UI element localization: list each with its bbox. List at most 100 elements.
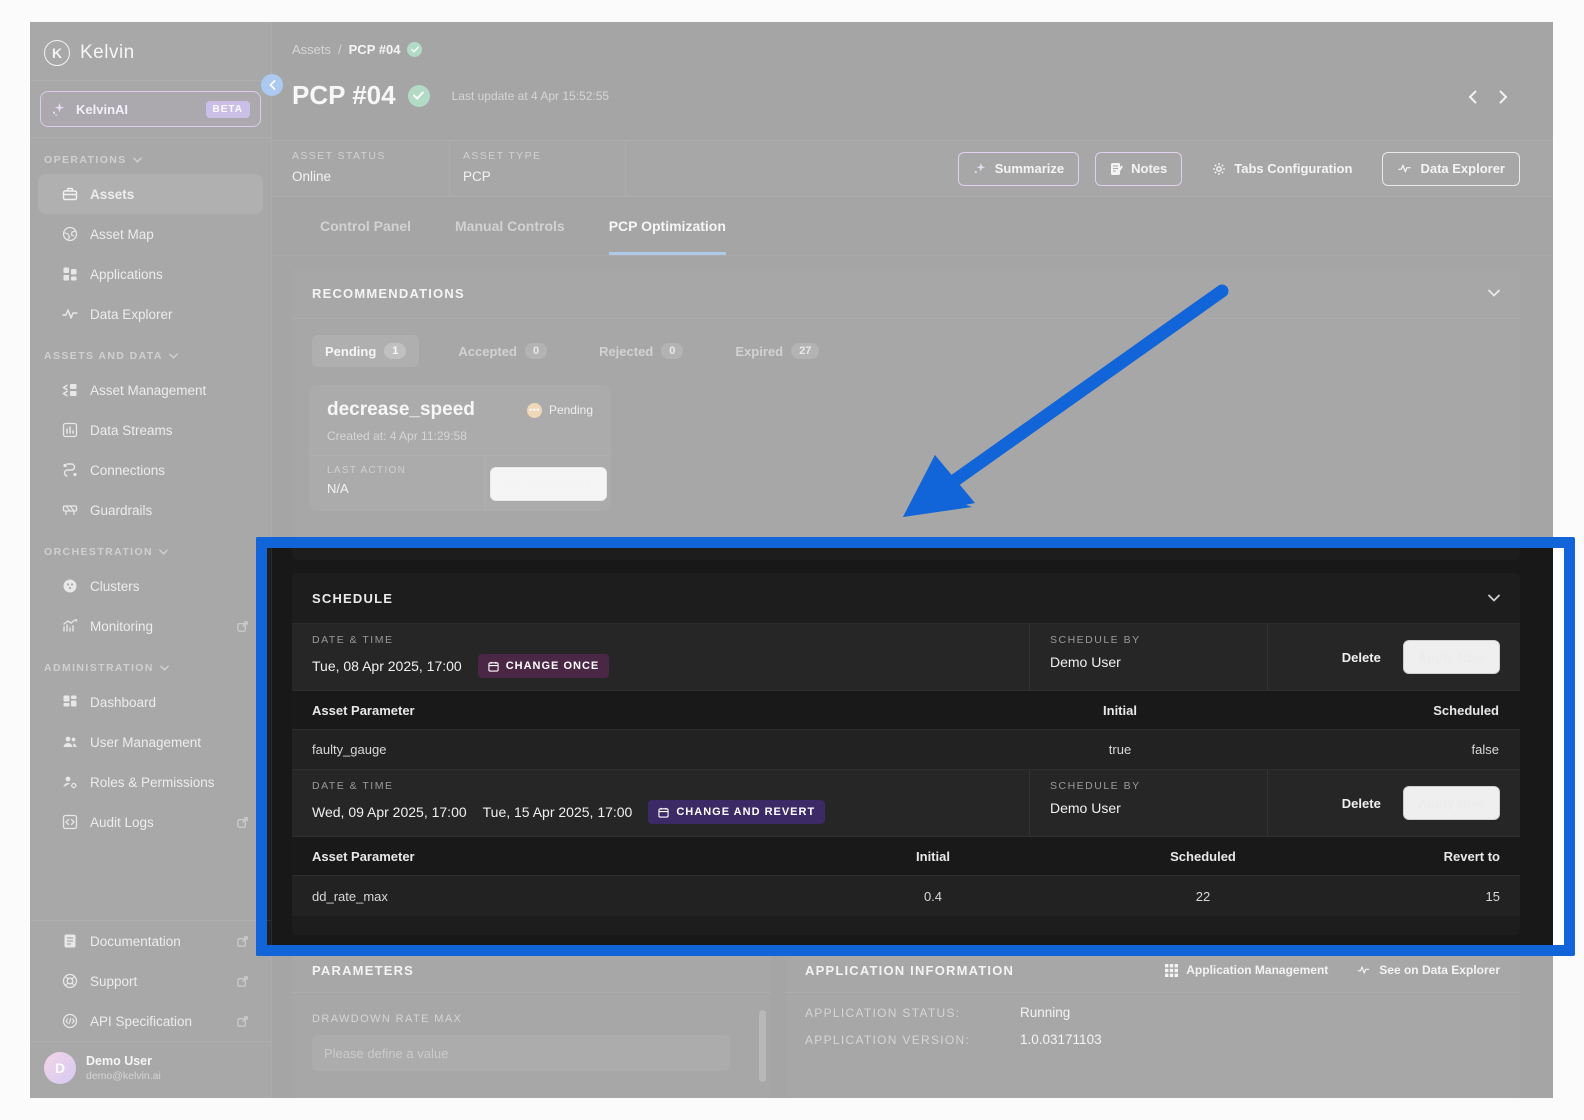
panel-scrollbar[interactable] xyxy=(759,1010,766,1082)
count-badge: 27 xyxy=(791,343,820,359)
delete-button[interactable]: Delete xyxy=(1342,650,1381,665)
asset-type-value: PCP xyxy=(463,169,491,184)
sidebar-item-kelvinai[interactable]: KelvinAI BETA xyxy=(40,91,261,127)
sidebar-item-documentation[interactable]: Documentation xyxy=(38,921,263,961)
apply-now-button[interactable]: Apply Now xyxy=(1402,640,1500,674)
revert-date: Tue, 15 Apr 2025, 17:00 xyxy=(482,804,633,820)
user-menu[interactable]: D Demo User demo@kelvin.ai xyxy=(30,1042,271,1098)
asset-type-cell: ASSET TYPE PCP xyxy=(463,150,542,184)
recommendation-filters: Pending 1 Accepted 0 Rejected 0 Expired … xyxy=(292,319,1520,377)
drawdown-rate-max-input[interactable] xyxy=(312,1035,730,1071)
filter-pending[interactable]: Pending 1 xyxy=(312,335,420,367)
sidebar-section-operations[interactable]: OPERATIONS xyxy=(30,138,271,174)
divider xyxy=(625,141,626,196)
screenshot-frame: K Kelvin KelvinAI BETA OPERATIONS Assets… xyxy=(0,0,1584,1120)
sidebar-item-guardrails[interactable]: Guardrails xyxy=(38,490,263,530)
parameter-name: faulty_gauge xyxy=(312,742,387,757)
sidebar-item-applications[interactable]: Applications xyxy=(38,254,263,294)
sidebar-item-connections[interactable]: Connections xyxy=(38,450,263,490)
chevron-down-icon xyxy=(132,157,142,163)
application-version-value: 1.0.03171103 xyxy=(1020,1032,1102,1047)
lifebuoy-icon xyxy=(62,973,78,989)
external-link-icon xyxy=(236,620,249,633)
asset-status-band: ASSET STATUS Online ASSET TYPE PCP Summa… xyxy=(272,140,1553,197)
application-management-link[interactable]: Application Management xyxy=(1165,963,1328,977)
sidebar-item-user-management[interactable]: User Management xyxy=(38,722,263,762)
asset-status-value: Online xyxy=(292,169,332,184)
status-badge: ••• Pending xyxy=(526,402,593,418)
calendar-icon xyxy=(488,661,499,672)
sidebar-item-asset-management[interactable]: Asset Management xyxy=(38,370,263,410)
data-explorer-button[interactable]: Data Explorer xyxy=(1382,151,1520,186)
sidebar-section-administration[interactable]: ADMINISTRATION xyxy=(30,646,271,682)
schedule-actions-cell: Delete Apply Now xyxy=(1267,624,1520,690)
external-link-icon xyxy=(236,935,249,948)
sidebar-section-assets-and-data[interactable]: ASSETS AND DATA xyxy=(30,334,271,370)
sidebar-item-data-explorer[interactable]: Data Explorer xyxy=(38,294,263,334)
count-badge: 0 xyxy=(524,343,548,359)
sidebar-item-support[interactable]: Support xyxy=(38,961,263,1001)
sidebar-item-assets[interactable]: Assets xyxy=(38,174,263,214)
filter-accepted[interactable]: Accepted 0 xyxy=(445,335,560,367)
summarize-button[interactable]: Summarize xyxy=(957,151,1080,186)
prev-asset-button[interactable] xyxy=(1468,90,1477,104)
asset-status-cell: ASSET STATUS Online xyxy=(292,150,386,184)
guardrail-icon xyxy=(62,502,78,518)
sidebar-footer: Documentation Support API Specification … xyxy=(30,920,271,1098)
filter-expired[interactable]: Expired 27 xyxy=(722,335,832,367)
kelvin-app-window: K Kelvin KelvinAI BETA OPERATIONS Assets… xyxy=(30,22,1553,1098)
main-content: Assets / PCP #04 PCP #04 Last update at … xyxy=(272,22,1553,1098)
sidebar-collapse-button[interactable] xyxy=(261,74,283,96)
app-grid-icon xyxy=(62,266,78,282)
user-email: demo@kelvin.ai xyxy=(86,1070,161,1082)
next-asset-button[interactable] xyxy=(1499,90,1508,104)
tab-pcp-optimization[interactable]: PCP Optimization xyxy=(608,218,726,255)
tab-control-panel[interactable]: Control Panel xyxy=(320,218,411,255)
application-status-row: APPLICATION STATUS: Running xyxy=(805,1005,1071,1020)
page-title: PCP #04 xyxy=(292,80,396,110)
recommendation-name: decrease_speed xyxy=(327,399,475,420)
see-on-data-explorer-link[interactable]: See on Data Explorer xyxy=(1356,963,1500,977)
apply-now-button[interactable]: Apply Now xyxy=(1402,786,1500,820)
tabs-configuration-button[interactable]: Tabs Configuration xyxy=(1198,152,1366,186)
notes-button[interactable]: Notes xyxy=(1095,151,1183,186)
sidebar-item-monitoring[interactable]: Monitoring xyxy=(38,606,263,646)
sidebar-item-data-streams[interactable]: Data Streams xyxy=(38,410,263,450)
delete-button[interactable]: Delete xyxy=(1342,796,1381,811)
api-icon xyxy=(62,1013,78,1029)
kelvin-logo-text: Kelvin xyxy=(80,42,135,63)
view-more-button[interactable]: View More xyxy=(489,466,608,501)
sidebar-item-audit-logs[interactable]: Audit Logs xyxy=(38,802,263,842)
tab-manual-controls[interactable]: Manual Controls xyxy=(455,218,565,255)
initial-value: 0.4 xyxy=(923,888,943,904)
sidebar-item-clusters[interactable]: Clusters xyxy=(38,566,263,606)
change-and-revert-badge: CHANGE AND REVERT xyxy=(648,800,826,824)
schedule-by-value: Demo User xyxy=(1050,800,1121,816)
schedule-by-cell: SCHEDULE BY Demo User xyxy=(1029,624,1267,690)
filter-rejected[interactable]: Rejected 0 xyxy=(586,335,696,367)
sparkle-icon xyxy=(51,102,66,117)
divider xyxy=(30,80,271,81)
sidebar-item-asset-map[interactable]: Asset Map xyxy=(38,214,263,254)
breadcrumb[interactable]: Assets / PCP #04 xyxy=(292,42,423,57)
asset-management-icon xyxy=(62,382,78,398)
monitoring-icon xyxy=(62,618,78,634)
eye-icon xyxy=(505,479,520,489)
scheduled-value: false xyxy=(1471,742,1499,757)
breadcrumb-assets[interactable]: Assets xyxy=(292,42,331,57)
recommendations-panel: RECOMMENDATIONS Pending 1 Accepted 0 Rej… xyxy=(292,268,1520,560)
recommendation-created: Created at: 4 Apr 11:29:58 xyxy=(327,429,467,443)
tab-bar: Control Panel Manual Controls PCP Optimi… xyxy=(272,218,1553,256)
sidebar-item-roles-permissions[interactable]: Roles & Permissions xyxy=(38,762,263,802)
collapse-schedule-chevron[interactable] xyxy=(1488,594,1500,602)
breadcrumb-current: PCP #04 xyxy=(348,42,401,57)
schedule-title: SCHEDULE xyxy=(312,590,394,606)
collapse-recommendations-chevron[interactable] xyxy=(1488,289,1500,297)
schedule-entry: DATE & TIME Wed, 09 Apr 2025, 17:00 Tue,… xyxy=(292,770,1520,836)
chevron-down-icon xyxy=(1488,594,1500,602)
app-logo[interactable]: K Kelvin xyxy=(30,22,271,80)
sidebar-section-orchestration[interactable]: ORCHESTRATION xyxy=(30,530,271,566)
sidebar-item-api-specification[interactable]: API Specification xyxy=(38,1001,263,1041)
revert-value: 15 xyxy=(1485,888,1500,904)
sidebar-item-dashboard[interactable]: Dashboard xyxy=(38,682,263,722)
